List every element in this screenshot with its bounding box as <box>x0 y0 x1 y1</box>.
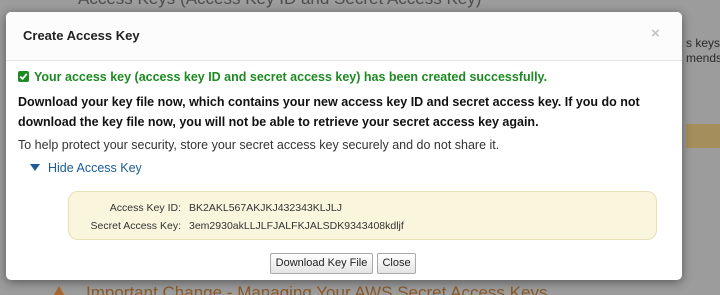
security-note: To help protect your security, store you… <box>18 138 500 152</box>
secret-access-key-value: 3em2930akLLJLFJALFKJALSDK9343408kdljf <box>189 220 404 232</box>
access-key-id-row: Access Key ID: BK2AKL567AKJKJ432343KLJLJ <box>69 202 656 218</box>
background-heading: Access Keys (Access Key ID and Secret Ac… <box>78 0 481 9</box>
background-side-line: s keys <box>686 36 720 50</box>
success-message-text: Your access key (access key ID and secre… <box>34 70 548 84</box>
page-backdrop: Access Keys (Access Key ID and Secret Ac… <box>0 0 720 295</box>
hide-access-key-label: Hide Access Key <box>48 161 142 175</box>
close-button[interactable]: Close <box>377 253 416 274</box>
checkmark-icon <box>18 71 29 82</box>
triangle-down-icon <box>30 164 40 171</box>
background-side-line: mends <box>686 51 720 65</box>
download-warning: Download your key file now, which contai… <box>18 95 640 129</box>
background-band <box>686 124 720 148</box>
dialog-title: Create Access Key <box>23 28 140 43</box>
download-key-file-button[interactable]: Download Key File <box>270 253 373 274</box>
secret-access-key-row: Secret Access Key: 3em2930akLLJLFJALFKJA… <box>69 220 656 236</box>
background-side-text: s keys mends <box>686 36 720 66</box>
success-message: Your access key (access key ID and secre… <box>18 70 547 84</box>
create-access-key-dialog: Create Access Key × Your access key (acc… <box>6 12 682 280</box>
background-bottom-heading: Important Change - Managing Your AWS Sec… <box>86 283 548 295</box>
close-icon[interactable]: × <box>651 25 660 42</box>
warning-icon <box>52 286 66 295</box>
secret-access-key-label: Secret Access Key: <box>90 220 181 232</box>
access-key-panel: Access Key ID: BK2AKL567AKJKJ432343KLJLJ… <box>68 191 657 240</box>
access-key-id-value: BK2AKL567AKJKJ432343KLJLJ <box>189 202 342 214</box>
dialog-header: Create Access Key × <box>6 12 682 61</box>
access-key-id-label: Access Key ID: <box>109 202 181 214</box>
hide-access-key-toggle[interactable]: Hide Access Key <box>30 161 142 175</box>
